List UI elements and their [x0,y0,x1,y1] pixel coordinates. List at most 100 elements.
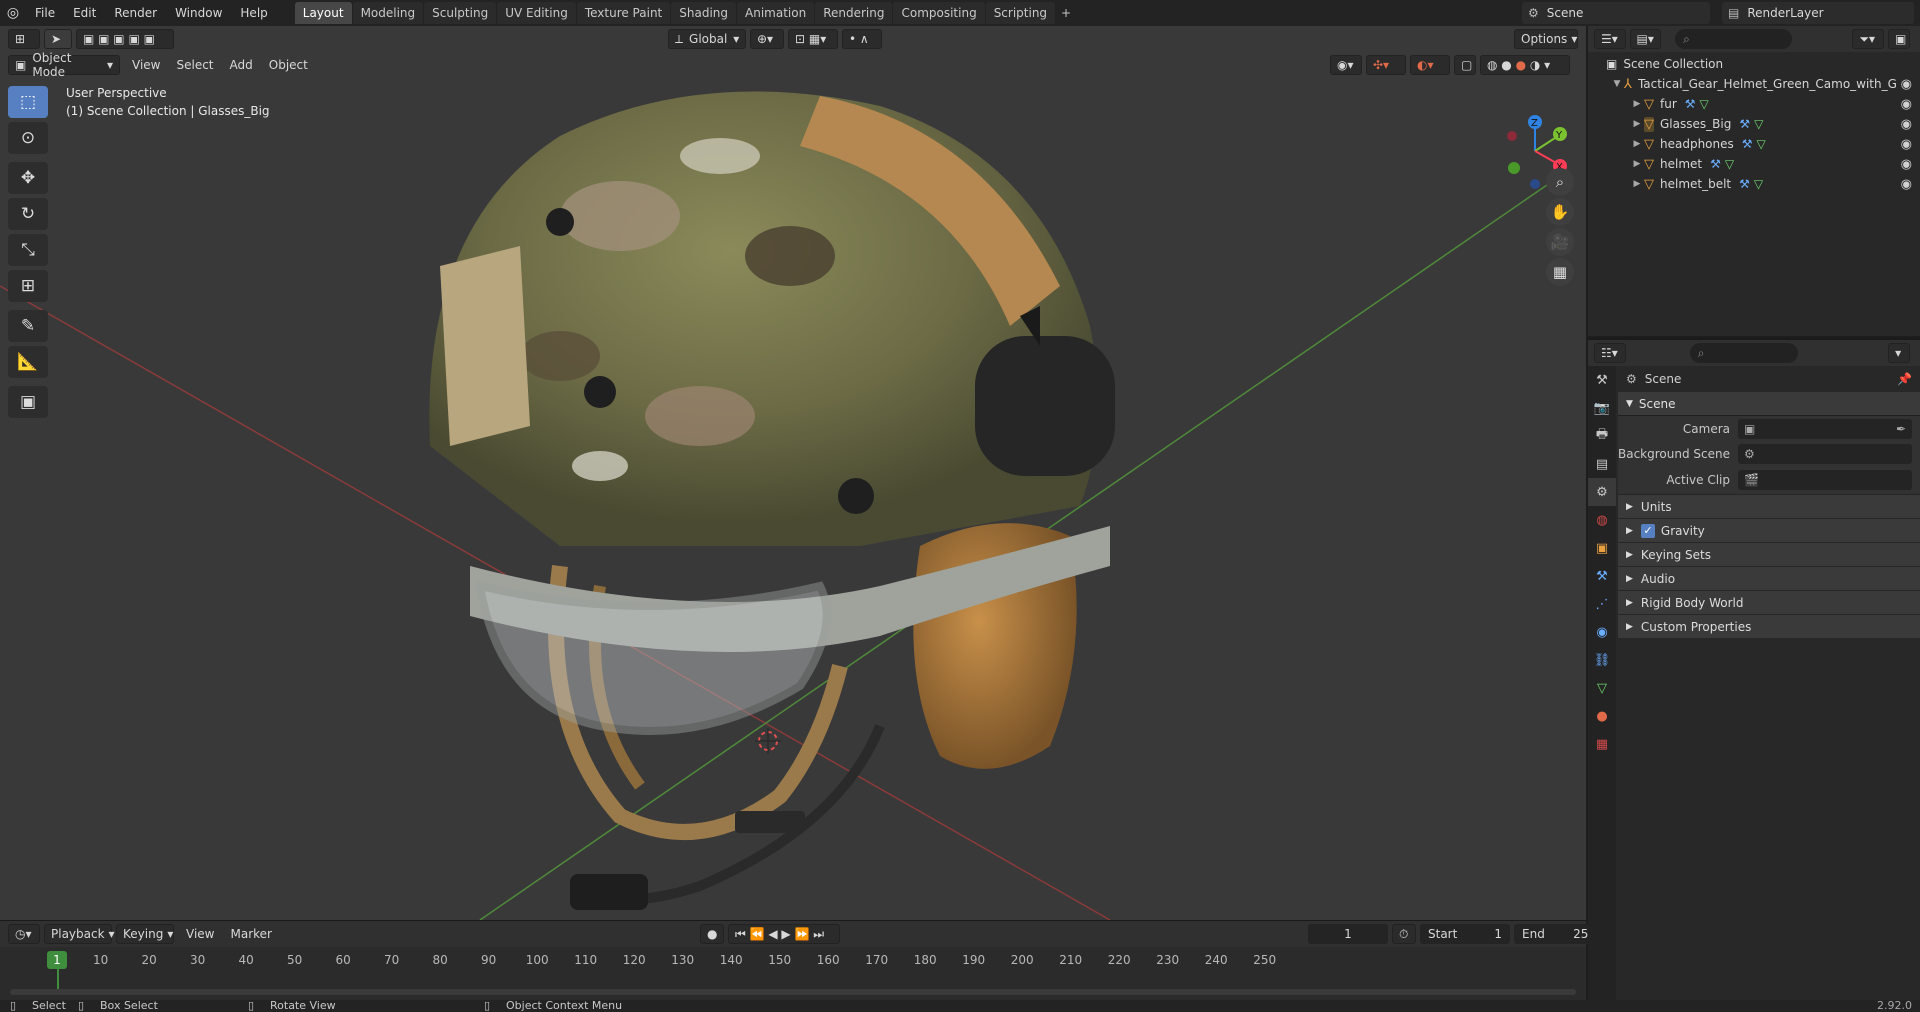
tab-physics[interactable]: ◉ [1588,618,1616,646]
outliner-object-row[interactable]: ▶ ▽ fur ⚒ ▽ ◉ [1588,94,1920,114]
playhead-frame[interactable]: 1 [47,951,67,969]
tab-uv-editing[interactable]: UV Editing [497,2,576,24]
object-mode-dropdown[interactable]: ▣ Object Mode ▾ [8,51,120,79]
custom-properties-panel[interactable]: ▶ Custom Properties [1618,614,1920,638]
snap-dropdown[interactable]: ⊡ ▦▾ [788,29,838,49]
menu-help[interactable]: Help [231,0,276,26]
tab-modifiers[interactable]: ⚒ [1588,562,1616,590]
menu-select[interactable]: Select [168,58,221,72]
add-workspace-button[interactable]: + [1056,2,1076,24]
tab-shading[interactable]: Shading [671,2,736,24]
playback-dropdown[interactable]: Playback ▾ [44,924,115,944]
tab-constraints[interactable]: ⛓ [1588,646,1616,674]
eye-icon[interactable]: ◉ [1901,77,1912,92]
xray-toggle[interactable]: ▢ [1454,55,1476,75]
units-panel[interactable]: ▶ Units [1618,494,1920,518]
select-tool-button[interactable]: ➤ [44,29,72,49]
expand-triangle-icon[interactable]: ▶ [1630,139,1644,149]
add-cube-tool[interactable]: ▣ [8,386,48,418]
outliner-editor-type[interactable]: ☰▾ [1594,29,1626,49]
gizmo-toggle[interactable]: ✣▾ [1366,55,1406,75]
new-collection-button[interactable]: ▣ [1888,29,1910,49]
tab-output[interactable]: 🖶 [1588,422,1616,450]
camera-view-icon[interactable]: 🎥 [1546,228,1574,256]
menu-add[interactable]: Add [222,58,261,72]
keying-sets-panel[interactable]: ▶ Keying Sets [1618,542,1920,566]
scene-collection-row[interactable]: ▣ Scene Collection [1588,54,1920,74]
pivot-point-dropdown[interactable]: ⊕▾ [750,29,784,49]
tab-view-layer[interactable]: ▤ [1588,450,1616,478]
record-button[interactable]: ● [700,924,724,944]
gravity-checkbox[interactable]: ✓ [1640,523,1655,538]
tab-material[interactable]: ● [1588,702,1616,730]
filter-dropdown[interactable]: ⏷▾ [1852,29,1884,49]
scene-panel-header[interactable]: ▼ Scene [1618,392,1920,416]
tab-rendering[interactable]: Rendering [815,2,893,24]
outliner-object-row[interactable]: ▶ ▽ Glasses_Big ⚒ ▽ ◉ [1588,114,1920,134]
tab-layout[interactable]: Layout [294,2,352,24]
eye-icon[interactable]: ◉ [1901,157,1912,172]
outliner-object-row[interactable]: ▶ ▽ headphones ⚒ ▽ ◉ [1588,134,1920,154]
transform-orientation-dropdown[interactable]: ⟂ Global ▾ [668,29,746,49]
rigid-body-world-panel[interactable]: ▶ Rigid Body World [1618,590,1920,614]
shading-mode-buttons[interactable]: ◍ ● ● ◑ ▾ [1480,55,1570,75]
active-clip-field[interactable]: 🎬 [1738,470,1912,490]
tab-world[interactable]: ◍ [1588,506,1616,534]
perspective-toggle-icon[interactable]: ▦ [1546,258,1574,286]
expand-triangle-icon[interactable]: ▼ [1610,79,1624,89]
scene-selector[interactable]: ⚙ Scene [1522,2,1710,24]
timeline-menu-view[interactable]: View [178,927,222,941]
timeline-ruler[interactable]: 1 10 20 30 40 50 60 70 80 90 100 110 120 130 140 150 16… [0,947,1586,1001]
tab-animation[interactable]: Animation [737,2,815,24]
view-layer-selector[interactable]: ▤ RenderLayer [1722,2,1914,24]
pan-hand-icon[interactable]: ✋ [1546,198,1574,226]
menu-object[interactable]: Object [261,58,316,72]
menu-edit[interactable]: Edit [64,0,105,26]
timeline-scrollbar[interactable] [10,989,1576,995]
properties-options-button[interactable]: ▾ [1888,343,1910,363]
options-dropdown[interactable]: Options ▾ [1514,29,1578,49]
menu-file[interactable]: File [26,0,64,26]
menu-view[interactable]: View [124,58,168,72]
eye-icon[interactable]: ◉ [1901,177,1912,192]
start-frame-field[interactable]: Start 1 [1420,924,1510,944]
pin-icon[interactable]: 📌 [1897,372,1912,386]
zoom-icon[interactable]: ⌕ [1546,168,1574,196]
measure-tool[interactable]: 📐 [8,346,48,378]
expand-triangle-icon[interactable]: ▶ [1630,179,1644,189]
blender-logo-icon[interactable]: ◎ [0,0,26,26]
eye-icon[interactable]: ◉ [1901,97,1912,112]
select-box-tool[interactable]: ⬚ [8,86,48,118]
expand-triangle-icon[interactable]: ▶ [1630,99,1644,109]
expand-triangle-icon[interactable]: ▶ [1630,119,1644,129]
transform-tool[interactable]: ⊞ [8,270,48,302]
properties-editor-type[interactable]: ☷▾ [1594,343,1626,363]
editor-type-button[interactable]: ⊞ [8,29,40,49]
eyedropper-icon[interactable]: ✒ [1896,422,1906,436]
timeline-editor-type-button[interactable]: ◷▾ [8,924,40,944]
outliner-object-row[interactable]: ▶ ▽ helmet ⚒ ▽ ◉ [1588,154,1920,174]
move-tool[interactable]: ✥ [8,162,48,194]
tab-scripting[interactable]: Scripting [985,2,1056,24]
cursor-tool[interactable]: ⊙ [8,122,48,154]
tab-compositing[interactable]: Compositing [893,2,985,24]
tab-render[interactable]: 📷 [1588,394,1616,422]
audio-panel[interactable]: ▶ Audio [1618,566,1920,590]
annotate-tool[interactable]: ✎ [8,310,48,342]
eye-icon[interactable]: ◉ [1901,137,1912,152]
properties-search-input[interactable]: ⌕ [1689,343,1799,363]
timeline-menu-marker[interactable]: Marker [222,927,279,941]
display-mode-dropdown[interactable]: ▤▾ [1629,29,1662,49]
outliner-search-input[interactable]: ⌕ [1675,29,1793,49]
scale-tool[interactable]: ⤡ [8,234,48,266]
eye-icon[interactable]: ◉ [1901,117,1912,132]
tab-object[interactable]: ▣ [1588,534,1616,562]
tab-data[interactable]: ▽ [1588,674,1616,702]
rotate-tool[interactable]: ↻ [8,198,48,230]
use-preview-range-toggle[interactable]: ⏱ [1392,924,1416,944]
gravity-panel[interactable]: ▶ ✓ Gravity [1618,518,1920,542]
overlay-toggle[interactable]: ◐▾ [1410,55,1450,75]
collection-row[interactable]: ▼ ⅄ Tactical_Gear_Helmet_Green_Camo_with… [1588,74,1920,94]
visibility-dropdown[interactable]: ◉▾ [1330,55,1362,75]
outliner-object-row[interactable]: ▶ ▽ helmet_belt ⚒ ▽ ◉ [1588,174,1920,194]
